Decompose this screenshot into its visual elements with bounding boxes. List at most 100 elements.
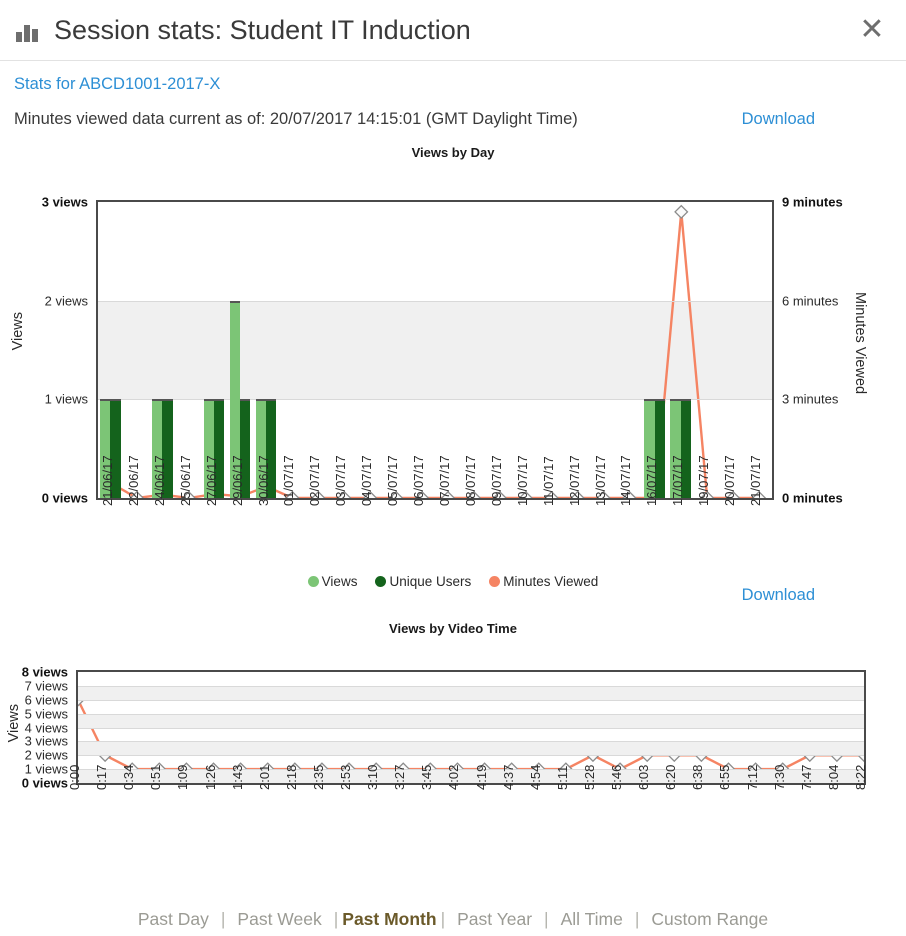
chart2-x-tick: 4:02	[446, 764, 462, 790]
chart2-x-tick: 6:03	[636, 764, 652, 790]
chart1-x-tick: 17/07/17	[670, 455, 686, 506]
chart1-y2-tick: 0 minutes	[782, 490, 843, 506]
chart1-x-tick: 16/07/17	[644, 455, 660, 506]
chart1-x-tick: 25/06/17	[177, 455, 193, 506]
chart2-x-tick: 1:43	[229, 764, 245, 790]
chart2-y-tick: 1 views	[24, 761, 68, 777]
time-range-selector: Past Day | Past Week | Past Month | Past Year |…	[0, 909, 906, 930]
legend-item-unique-users: Unique Users	[375, 574, 471, 589]
chart1-y2-tick: 9 minutes	[782, 194, 843, 210]
chart1-y-tick: 1 views	[44, 391, 88, 407]
chart2-x-tick: 1:09	[175, 764, 191, 790]
chart1-y-ticks: 0 views 1 views 2 views 3 views	[0, 195, 92, 506]
chart1-x-tick: 04/07/17	[359, 455, 375, 506]
range-custom-range[interactable]: Custom Range	[639, 909, 780, 930]
stats-for-link[interactable]: Stats for ABCD1001-2017-X	[14, 75, 220, 93]
legend-swatch-views	[307, 576, 319, 587]
chart1-y2-ticks: 0 minutes 3 minutes 6 minutes 9 minutes	[778, 195, 868, 506]
chart1-x-tick: 13/07/17	[592, 455, 608, 506]
range-past-month[interactable]: Past Month	[338, 909, 440, 930]
chart2-x-tick: 5:11	[554, 765, 570, 790]
chart2-x-tick: 3:45	[419, 764, 435, 790]
chart2-gridline	[78, 685, 864, 687]
chart1-x-tick: 07/07/17	[436, 455, 452, 506]
chart1-x-tick: 08/07/17	[462, 455, 478, 506]
legend-label-minutes-viewed: Minutes Viewed	[503, 574, 599, 589]
chart1-y-tick: 3 views	[41, 194, 88, 210]
chart2-y-tick: 8 views	[21, 664, 68, 680]
legend-swatch-minutes-viewed	[489, 576, 501, 587]
bar-cap	[680, 399, 692, 402]
chart2-x-tick: 7:47	[798, 764, 814, 790]
chart1-x-tick: 01/07/17	[281, 455, 297, 506]
chart1-x-tick: 12/07/17	[566, 455, 582, 506]
bar-cap	[644, 399, 655, 402]
legend-item-views: Views	[307, 574, 358, 589]
bar-chart-icon	[16, 18, 42, 42]
range-past-week[interactable]: Past Week	[225, 909, 333, 930]
chart2-y-tick: 6 views	[24, 692, 68, 708]
chart1-gridline	[98, 300, 772, 302]
chart2-y-tick: 4 views	[24, 720, 68, 735]
bar-cap	[214, 399, 225, 402]
bar-cap	[265, 399, 277, 402]
chart-views-by-day: Views Minutes Viewed 0 views 1 views 2 vie…	[0, 162, 906, 590]
chart2-x-tick: 5:46	[609, 764, 625, 790]
chart2-x-tick: 0:17	[94, 764, 110, 790]
chart2-x-tick: 2:35	[310, 764, 326, 790]
range-past-day[interactable]: Past Day	[126, 909, 221, 930]
chart1-x-tick: 11/07/17	[540, 456, 556, 506]
download-top-link[interactable]: Download	[742, 110, 815, 129]
chart2-x-tick: 3:27	[392, 764, 408, 790]
chart1-x-tick: 05/07/17	[385, 455, 401, 506]
chart2-x-tick-labels: 0:00 0:17 0:34 0:51 1:09 1:26 1:43 2:01 2:18 2:35…	[67, 765, 868, 850]
chart2-x-tick: 0:34	[121, 764, 137, 790]
dialog-titlebar: Session stats: Student IT Induction ✕	[0, 0, 906, 61]
legend-label-unique-users: Unique Users	[389, 574, 472, 589]
close-icon[interactable]: ✕	[852, 10, 892, 50]
stats-for-row: Stats for ABCD1001-2017-X	[0, 61, 906, 94]
chart2-x-tick: 2:18	[283, 764, 299, 790]
chart1-y-tick: 0 views	[41, 490, 88, 506]
bar-cap	[255, 399, 266, 402]
chart2-x-tick: 1:26	[202, 764, 218, 790]
chart1-x-tick: 09/07/17	[488, 455, 504, 506]
chart2-band	[78, 713, 864, 728]
chart1-title: Views by Day	[411, 145, 495, 160]
chart2-x-tick: 0:51	[148, 764, 164, 790]
bar-cap	[240, 399, 251, 402]
chart2-y-tick: 3 views	[24, 733, 68, 749]
chart2-x-tick: 4:54	[527, 764, 543, 790]
chart2-x-tick: 7:12	[744, 764, 760, 790]
range-all-time[interactable]: All Time	[549, 909, 635, 930]
chart1-legend: Views Unique Users Minutes Viewed	[0, 574, 906, 589]
chart1-x-tick: 20/07/17	[722, 455, 738, 506]
range-past-year[interactable]: Past Year	[445, 909, 544, 930]
chart1-x-tick: 21/07/17	[748, 455, 764, 506]
chart2-x-tick: 7:30	[771, 764, 787, 790]
chart2-band	[78, 741, 864, 756]
chart2-x-tick: 4:19	[473, 764, 489, 790]
chart1-x-tick: 24/06/17	[151, 455, 167, 506]
bar-cap	[229, 300, 241, 303]
chart2-y-tick: 7 views	[24, 678, 68, 694]
chart2-y-ticks: 0 views 1 views 2 views 3 views 4 views 5 vie…	[0, 665, 72, 791]
chart1-x-tick: 29/06/17	[229, 455, 245, 506]
chart2-x-tick: 2:53	[338, 764, 354, 790]
bar-cap	[203, 399, 215, 402]
chart1-x-tick: 21/06/17	[99, 455, 115, 506]
chart2-x-tick: 6:38	[690, 764, 706, 790]
chart2-x-tick: 8:22	[853, 764, 868, 790]
legend-label-views: Views	[321, 574, 358, 589]
bar-cap	[100, 399, 111, 402]
chart2-x-tick: 5:28	[581, 764, 597, 790]
chart1-x-tick: 14/07/17	[618, 455, 634, 506]
chart1-x-tick: 10/07/17	[514, 455, 530, 506]
chart2-gridline	[78, 713, 864, 715]
chart2-y-tick: 2 views	[24, 747, 68, 763]
chart2-x-tick: 4:37	[500, 764, 516, 790]
chart1-x-tick: 03/07/17	[333, 455, 349, 506]
chart-views-by-video-time: Views 0 views 1 views 2 views 3 views 4 view…	[0, 644, 906, 859]
chart2-gridline	[78, 699, 864, 701]
page-title: Session stats: Student IT Induction	[54, 14, 471, 45]
